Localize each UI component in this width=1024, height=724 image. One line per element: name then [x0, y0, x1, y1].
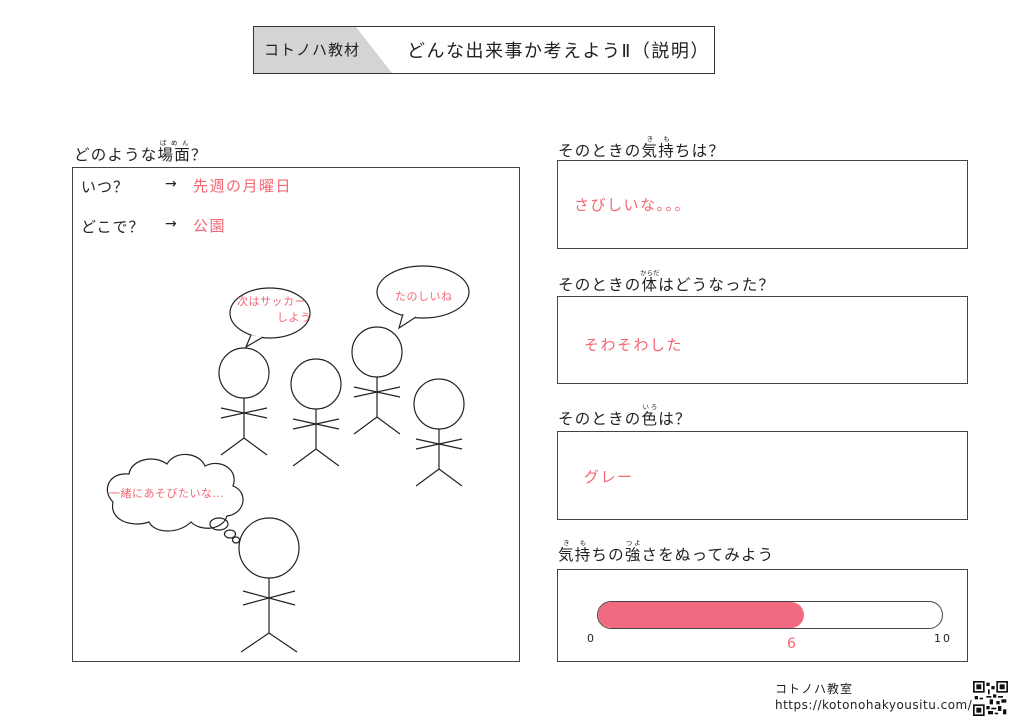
feeling-question-start: そのときの	[558, 142, 642, 160]
strength-bar-track	[597, 601, 943, 629]
color-ruby-base: 色	[641, 410, 659, 428]
strength-ruby-2-reading: も	[574, 539, 592, 547]
strength-question: 気き持もちの強つよさをぬってみよう	[558, 539, 774, 565]
color-ruby-reading: いろ	[641, 403, 659, 411]
feeling-ruby-2-reading: も	[658, 135, 675, 143]
feeling-answer: さびしいな。。。	[574, 196, 692, 214]
feeling-question: そのときの気き持もちは？	[558, 135, 725, 161]
strength-box: 0 10 6	[557, 569, 968, 662]
worksheet-title: どんな出来事か考えようⅡ（説明）	[407, 41, 710, 62]
body-answer-box: そわそわした	[557, 296, 968, 384]
strength-question-mid: ちの	[591, 546, 625, 564]
strength-ruby-1-reading: き	[558, 539, 575, 547]
color-question-end: は？	[658, 410, 692, 428]
strength-ruby-1-base: 気	[558, 546, 575, 564]
feeling-ruby-2-base: 持	[658, 142, 675, 160]
figure-c	[351, 326, 403, 435]
thought-text: 一緒にあそびたいな…	[109, 487, 224, 500]
color-question-start: そのときの	[558, 410, 642, 428]
scene-box: いつ？ → 先週の月曜日 どこで？ → 公園 次はサッカー しよう たのしいね …	[72, 167, 520, 662]
figure-b	[290, 358, 342, 467]
strength-ruby-3-base: 強	[624, 546, 642, 564]
body-question: そのときの体からだはどうなった？	[558, 269, 775, 295]
speech-bubble-1-text: 次はサッカー しよう	[237, 294, 317, 326]
speech-bubble-1-line2: しよう	[277, 311, 312, 324]
speech-bubble-2-tail	[397, 313, 417, 330]
feeling-ruby-1: 気き	[641, 135, 659, 160]
body-question-start: そのときの	[558, 276, 642, 294]
strength-question-end: さをぬってみよう	[641, 546, 775, 564]
strength-min-label: 0	[587, 632, 596, 645]
color-answer-box: グレー	[557, 431, 968, 520]
body-ruby-reading: からだ	[640, 269, 660, 277]
feeling-answer-box: さびしいな。。。	[557, 160, 968, 249]
figure-d	[413, 378, 465, 487]
strength-max-label: 10	[934, 632, 952, 645]
speech-bubble-1-tail	[244, 334, 264, 349]
feeling-ruby-2: 持も	[658, 135, 675, 160]
scene-question-text: どのような	[74, 146, 158, 164]
color-ruby: 色いろ	[641, 403, 659, 428]
color-question: そのときの色いろは？	[558, 403, 692, 429]
feeling-ruby-1-base: 気	[641, 142, 659, 160]
worksheet-header: コトノハ教材 どんな出来事か考えようⅡ（説明）	[253, 26, 715, 74]
strength-bar-fill	[598, 602, 805, 628]
scene-question: どのような場面ばめん？	[74, 139, 208, 165]
strength-ruby-3: 強つよ	[624, 539, 642, 564]
scene-ruby: 場面ばめん	[157, 139, 191, 164]
feeling-ruby-1-reading: き	[641, 135, 659, 143]
lonely-figure	[238, 517, 300, 653]
brand-tab: コトノハ教材	[254, 27, 392, 73]
strength-ruby-1: 気き	[558, 539, 575, 564]
thought-dot-small	[231, 536, 241, 544]
strength-ruby-3-reading: つよ	[624, 539, 642, 547]
strength-value-label: 6	[787, 636, 798, 652]
qr-code-icon	[973, 681, 1008, 716]
footer-url[interactable]: https://kotonohakyousitu.com/	[775, 698, 972, 712]
speech-bubble-1-line1: 次はサッカー	[237, 295, 306, 308]
thought-dot-large	[209, 517, 229, 531]
scene-ruby-base: 場面	[157, 146, 191, 164]
footer-brand: コトノハ教室	[775, 682, 854, 696]
body-question-end: はどうなった？	[658, 276, 776, 294]
color-answer: グレー	[584, 468, 634, 486]
scene-ruby-reading: ばめん	[157, 139, 191, 147]
brand-label: コトノハ教材	[264, 41, 361, 59]
body-ruby-base: 体	[640, 276, 660, 294]
strength-ruby-2-base: 持	[574, 546, 592, 564]
strength-ruby-2: 持も	[574, 539, 592, 564]
scene-illustration	[106, 265, 470, 653]
body-ruby: 体からだ	[640, 269, 660, 294]
scene-question-end: ？	[190, 146, 208, 164]
feeling-question-end: ちは？	[674, 142, 726, 160]
speech-bubble-2-text: たのしいね	[395, 290, 453, 303]
figure-a	[218, 347, 270, 456]
body-answer: そわそわした	[584, 336, 684, 354]
